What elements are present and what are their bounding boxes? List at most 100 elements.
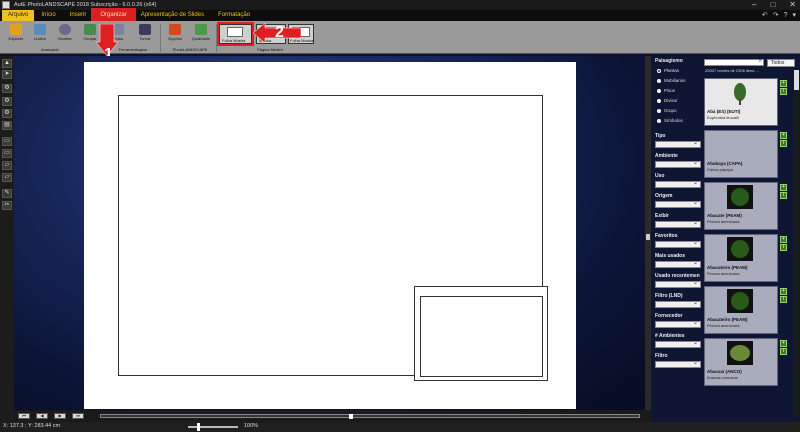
filter-label-mais-usados: Mais usados bbox=[655, 253, 686, 259]
group-label-avancado: Avançado bbox=[41, 47, 59, 52]
add-to-plan-icon[interactable]: + bbox=[780, 236, 787, 243]
library-item[interactable]: Abacate (PEAM) Persea americana bbox=[704, 182, 778, 230]
radio-pisos[interactable]: Pisos bbox=[657, 88, 675, 93]
redo-icon[interactable]: ↷ bbox=[773, 10, 779, 21]
step-number-2: 2 bbox=[275, 24, 284, 41]
filter-select-fornecedor[interactable] bbox=[655, 319, 701, 328]
rotate-tool-icon[interactable]: ⚙ bbox=[2, 84, 12, 93]
first-page-button[interactable]: ⏮ bbox=[18, 413, 30, 419]
zoom-slider-knob[interactable] bbox=[197, 423, 200, 431]
filter-select-usado-recentemente[interactable] bbox=[655, 279, 701, 288]
filter-select-ambientes[interactable] bbox=[655, 339, 701, 348]
filter-select-tipo[interactable] bbox=[655, 139, 701, 148]
filter-select-uso[interactable] bbox=[655, 179, 701, 188]
item-scientific-name: Carica papaya bbox=[707, 167, 733, 172]
adjust-tool-icon[interactable]: ⚙ bbox=[2, 109, 12, 118]
explorer-button[interactable]: Explorer bbox=[4, 23, 28, 45]
library-filters: Paisagismo Plantas Mobiliarios Pisos Div… bbox=[652, 56, 702, 422]
frame-tool-icon[interactable]: ▭ bbox=[2, 149, 12, 158]
undo-icon[interactable]: ↶ bbox=[762, 10, 768, 21]
last-page-button[interactable]: ⏭ bbox=[72, 413, 84, 419]
pencil-tool-icon[interactable]: ✎ bbox=[2, 189, 12, 198]
item-name: Abacateiro (PEAM) bbox=[707, 317, 748, 322]
menu-inicio[interactable]: Início bbox=[34, 10, 62, 21]
add-to-plan-icon[interactable]: + bbox=[780, 288, 787, 295]
cut-tool-icon[interactable]: ✂ bbox=[2, 201, 12, 210]
filter-select-origem[interactable] bbox=[655, 199, 701, 208]
filter-select-favoritos[interactable] bbox=[655, 239, 701, 248]
library-item[interactable]: Ababaya (CAPA) Carica papaya bbox=[704, 130, 778, 178]
collapse-tool-icon[interactable]: ▲ bbox=[2, 59, 12, 68]
zoom-slider[interactable] bbox=[188, 423, 238, 431]
previous-page-button[interactable]: ◀ bbox=[36, 413, 48, 419]
add-to-plan-icon[interactable]: + bbox=[780, 340, 787, 347]
polygon-tool-icon[interactable]: ▱ bbox=[2, 173, 12, 182]
workspace-canvas[interactable] bbox=[14, 56, 645, 410]
radio-divisor[interactable]: Divisor bbox=[657, 98, 678, 103]
item-info-icon[interactable]: i bbox=[780, 244, 787, 251]
next-page-button[interactable]: ▶ bbox=[54, 413, 66, 419]
master-page-thumb-1[interactable]: Folha Mostra bbox=[217, 22, 254, 46]
filter-select-lnd[interactable] bbox=[655, 299, 701, 308]
menu-arquivo[interactable]: Arquivo bbox=[2, 10, 35, 21]
radio-simbolos[interactable]: Símbolos bbox=[657, 118, 683, 123]
search-icon[interactable]: ⌕ bbox=[759, 58, 762, 65]
add-to-plan-icon[interactable]: + bbox=[780, 184, 787, 191]
master-page[interactable] bbox=[84, 62, 576, 409]
filter-select-filtro[interactable] bbox=[655, 359, 701, 368]
maximize-button[interactable]: □ bbox=[770, 0, 775, 10]
radio-grupo[interactable]: Grupo bbox=[657, 108, 677, 113]
search-input[interactable]: ⌕ bbox=[704, 58, 764, 66]
filter-label-uso: Uso bbox=[655, 173, 665, 179]
plant-thumbnail bbox=[727, 81, 753, 105]
close-button[interactable]: ✕ bbox=[789, 0, 796, 10]
item-info-icon[interactable]: i bbox=[780, 296, 787, 303]
help-icon[interactable]: ? bbox=[784, 10, 788, 21]
results-scroll-thumb[interactable] bbox=[794, 70, 799, 90]
filter-select-exibir[interactable] bbox=[655, 219, 701, 228]
menu-organizar[interactable]: Organizar bbox=[91, 8, 136, 23]
radio-plantas[interactable]: Plantas bbox=[657, 68, 679, 73]
menu-inserir[interactable]: Inserir bbox=[63, 10, 94, 21]
page-navigation-bar: ⏮ ◀ ▶ ⏭ bbox=[14, 410, 651, 422]
library-item[interactable]: Abacateiro (PEAM) Persea americana bbox=[704, 234, 778, 282]
search-mode-select[interactable]: Todos bbox=[767, 59, 795, 67]
library-item[interactable]: Abacateiro (PEAM) Persea americana bbox=[704, 286, 778, 334]
menu-formatacao[interactable]: Formatação bbox=[211, 10, 257, 21]
options-dropdown-icon[interactable]: ▾ bbox=[792, 10, 796, 21]
item-info-icon[interactable]: i bbox=[780, 88, 787, 95]
menu-apresentacao-de-slides[interactable]: Apresentação de Slides bbox=[134, 10, 211, 21]
vertical-scroll-thumb[interactable] bbox=[646, 234, 650, 240]
minimize-button[interactable]: – bbox=[752, 0, 756, 10]
mostrar-button[interactable]: Mostrar bbox=[53, 23, 77, 45]
qualidade-button[interactable]: Qualidade bbox=[189, 23, 213, 45]
horizontal-scrollbar[interactable] bbox=[100, 414, 640, 419]
step-marker-2: 2 bbox=[252, 22, 302, 44]
filter-label-filtro: Filtro bbox=[655, 353, 668, 359]
layers-tool-icon[interactable]: ▤ bbox=[2, 121, 12, 130]
rectangle-tool-icon[interactable]: ▭ bbox=[2, 137, 12, 146]
shape-tool-icon[interactable]: ▱ bbox=[2, 161, 12, 170]
filter-select-mais-usados[interactable] bbox=[655, 259, 701, 268]
library-item[interactable]: Abá (ES) (EUTI) Euphorbia tirucalli bbox=[704, 78, 778, 126]
opcoes-button[interactable]: Opções bbox=[163, 23, 187, 45]
settings-tool-icon[interactable]: ⚙ bbox=[2, 97, 12, 106]
filter-select-ambiente[interactable] bbox=[655, 159, 701, 168]
zoom-level: 100% bbox=[244, 423, 259, 429]
pointer-tool-icon[interactable]: ➤ bbox=[2, 70, 12, 79]
title-block-frame[interactable] bbox=[420, 296, 543, 377]
tornar-button[interactable]: Tornar bbox=[133, 23, 157, 45]
add-to-plan-icon[interactable]: + bbox=[780, 80, 787, 87]
item-name: Abá (ES) (EUTI) bbox=[707, 109, 741, 114]
library-item[interactable]: Abacaxi (ANCO) Ananas comosus bbox=[704, 338, 778, 386]
group-label-pagina-mestre: Página Mestre bbox=[257, 47, 283, 52]
horizontal-scroll-thumb[interactable] bbox=[349, 414, 353, 419]
item-info-icon[interactable]: i bbox=[780, 348, 787, 355]
radio-mobiliarios[interactable]: Mobiliarios bbox=[657, 78, 686, 83]
results-scrollbar[interactable] bbox=[794, 70, 799, 418]
item-scientific-name: Ananas comosus bbox=[707, 375, 738, 380]
lixeira-button[interactable]: Lixeira bbox=[28, 23, 52, 45]
add-to-plan-icon[interactable]: + bbox=[780, 132, 787, 139]
item-info-icon[interactable]: i bbox=[780, 140, 787, 147]
item-info-icon[interactable]: i bbox=[780, 192, 787, 199]
